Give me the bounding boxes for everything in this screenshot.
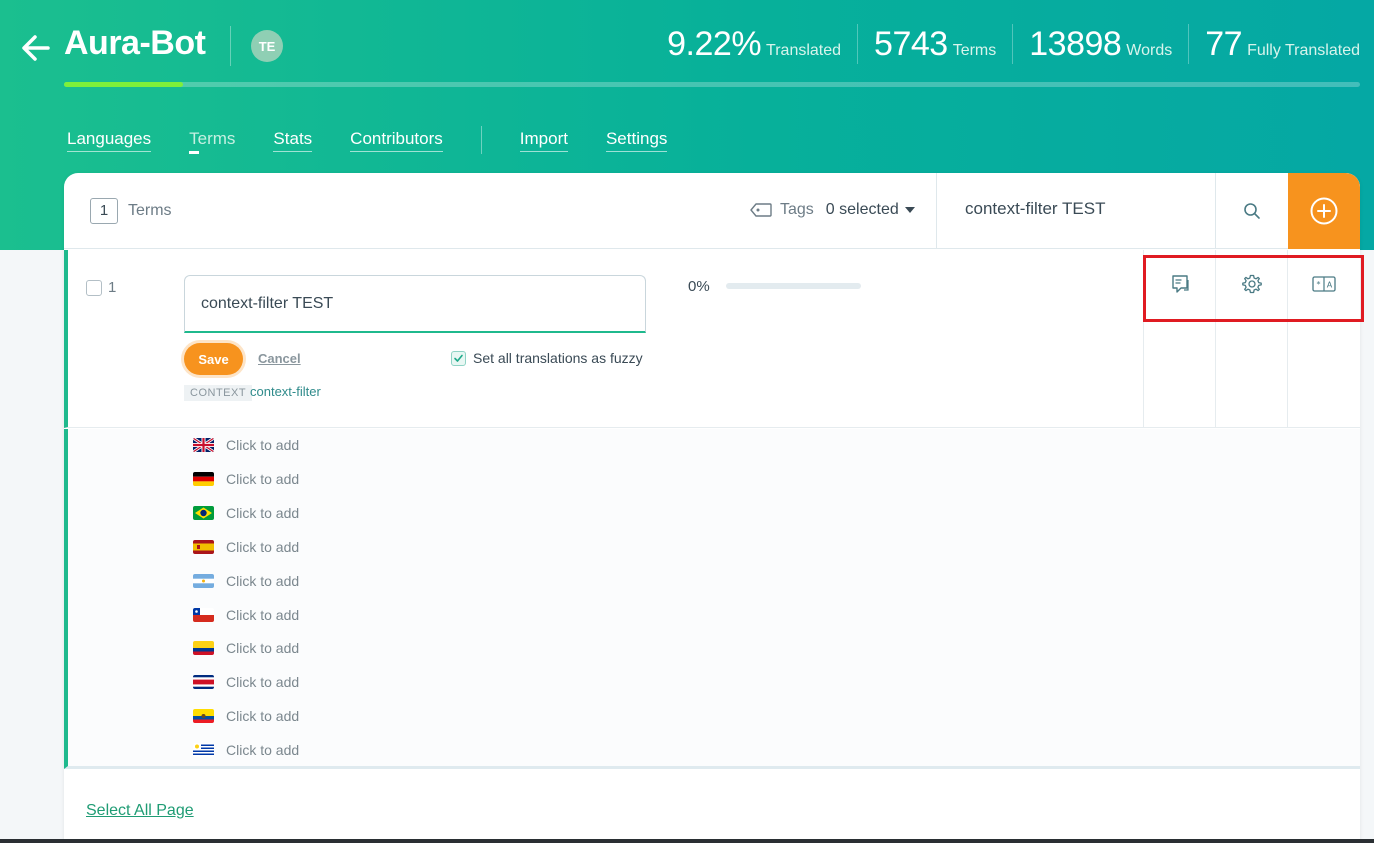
term-progress-percent: 0%	[688, 278, 710, 295]
term-select-checkbox[interactable]	[86, 280, 102, 296]
flag-ar-icon	[193, 573, 214, 588]
avatar[interactable]: TE	[251, 30, 283, 62]
terms-toolbar: 1 Terms Tags 0 selected	[64, 173, 1360, 249]
translation-placeholder: Click to add	[226, 708, 300, 725]
translation-placeholder: Click to add	[226, 437, 300, 453]
chevron-down-icon	[904, 207, 915, 213]
title-divider	[230, 26, 231, 66]
project-stats: 9.22% Translated 5743 Terms 13898 Words …	[651, 24, 1360, 64]
stat-terms: 5743 Terms	[857, 24, 1012, 64]
terms-panel: 1 Terms Tags 0 selected 1 Save C	[64, 173, 1360, 843]
flag-cl-icon	[193, 607, 214, 622]
translation-row-uk[interactable]: Click to add	[193, 437, 299, 453]
translation-placeholder: Click to add	[226, 538, 300, 555]
gear-icon	[1241, 273, 1263, 428]
translate-icon: * A	[1311, 273, 1337, 428]
flag-uk-icon	[193, 438, 214, 452]
tab-terms[interactable]: Terms	[189, 129, 235, 154]
translation-placeholder: Click to add	[226, 742, 300, 759]
translation-progress-bar	[64, 82, 1360, 87]
cancel-button[interactable]: Cancel	[258, 351, 301, 366]
flag-es-icon	[193, 539, 214, 554]
flag-de-icon	[193, 471, 214, 486]
translation-placeholder: Click to add	[226, 674, 300, 691]
translation-progress-fill	[64, 82, 184, 87]
stat-words: 13898 Words	[1012, 24, 1188, 64]
translation-row-uy[interactable]: Click to add	[193, 742, 299, 758]
stat-label: Terms	[952, 42, 997, 59]
bottom-bar	[0, 839, 1374, 843]
translation-placeholder: Click to add	[226, 572, 300, 589]
tag-icon	[750, 203, 772, 217]
translation-placeholder: Click to add	[226, 470, 300, 487]
translation-placeholder: Click to add	[226, 606, 300, 623]
stat-fully-translated: 77 Fully Translated	[1188, 24, 1360, 64]
tab-languages[interactable]: Languages	[67, 129, 152, 152]
search-box	[936, 173, 1216, 249]
tags-filter-dropdown[interactable]: Tags 0 selected	[750, 201, 915, 219]
tab-import[interactable]: Import	[519, 129, 568, 152]
project-nav: Languages Terms Stats Contributors Impor…	[67, 126, 705, 154]
translation-row-cr[interactable]: Click to add	[193, 674, 299, 690]
stat-translated: 9.22% Translated	[651, 24, 857, 64]
stat-label: Fully Translated	[1247, 42, 1360, 59]
term-row: 1 Save Cancel Set all translations as fu…	[64, 250, 1360, 428]
stat-label: Translated	[766, 42, 842, 59]
plus-circle-icon	[1309, 196, 1339, 226]
stat-label: Words	[1126, 42, 1173, 59]
project-title: Aura-Bot	[64, 24, 206, 62]
translation-row-cl[interactable]: Click to add	[193, 607, 299, 623]
term-index: 1	[108, 279, 117, 296]
term-actions: * A	[1143, 250, 1360, 428]
add-term-button[interactable]	[1288, 173, 1360, 249]
flag-ec-icon	[193, 709, 214, 724]
comments-button[interactable]	[1143, 250, 1215, 428]
stat-value: 13898	[1029, 25, 1122, 63]
tab-settings[interactable]: Settings	[605, 129, 668, 152]
translation-row-es[interactable]: Click to add	[193, 539, 299, 555]
tab-contributors[interactable]: Contributors	[350, 129, 443, 152]
stat-value: 9.22%	[667, 25, 762, 63]
stat-value: 77	[1205, 25, 1243, 63]
svg-text:*: *	[1316, 280, 1320, 289]
back-arrow-icon[interactable]	[18, 30, 54, 66]
translation-placeholder: Click to add	[226, 640, 300, 657]
search-icon	[1243, 202, 1261, 220]
comment-icon	[1169, 273, 1191, 428]
term-settings-button[interactable]	[1215, 250, 1287, 428]
term-progress-bar	[726, 283, 861, 289]
fuzzy-checkbox[interactable]	[451, 351, 466, 366]
translation-row-ar[interactable]: Click to add	[193, 573, 299, 589]
translation-row-de[interactable]: Click to add	[193, 471, 299, 487]
context-badge: CONTEXT	[184, 385, 253, 401]
tab-stats[interactable]: Stats	[273, 129, 313, 152]
search-button[interactable]	[1216, 173, 1288, 249]
translation-placeholder: Click to add	[226, 504, 300, 521]
flag-br-icon	[193, 505, 214, 520]
fuzzy-label: Set all translations as fuzzy	[473, 350, 643, 366]
translation-row-co[interactable]: Click to add	[193, 640, 299, 656]
term-key-input[interactable]	[184, 275, 646, 333]
stat-value: 5743	[874, 25, 948, 63]
tags-selected-value: 0 selected	[825, 201, 899, 218]
terms-count: 1	[90, 198, 118, 224]
translation-row-ec[interactable]: Click to add	[193, 708, 299, 724]
flag-uy-icon	[193, 743, 214, 758]
context-value[interactable]: context-filter	[250, 384, 321, 399]
tags-label: Tags	[780, 201, 814, 218]
translation-row-br[interactable]: Click to add	[193, 505, 299, 521]
select-all-page-link[interactable]: Select All Page	[86, 802, 194, 820]
terms-count-label: Terms	[128, 202, 172, 219]
svg-text:A: A	[1326, 281, 1332, 290]
flag-co-icon	[193, 641, 214, 656]
nav-divider	[480, 126, 482, 154]
translations-list: Click to add Click to add Click to add Clic…	[64, 429, 1360, 769]
flag-cr-icon	[193, 675, 214, 690]
search-input[interactable]	[965, 199, 1205, 219]
save-button[interactable]: Save	[184, 343, 243, 375]
translate-button[interactable]: * A	[1287, 250, 1359, 428]
